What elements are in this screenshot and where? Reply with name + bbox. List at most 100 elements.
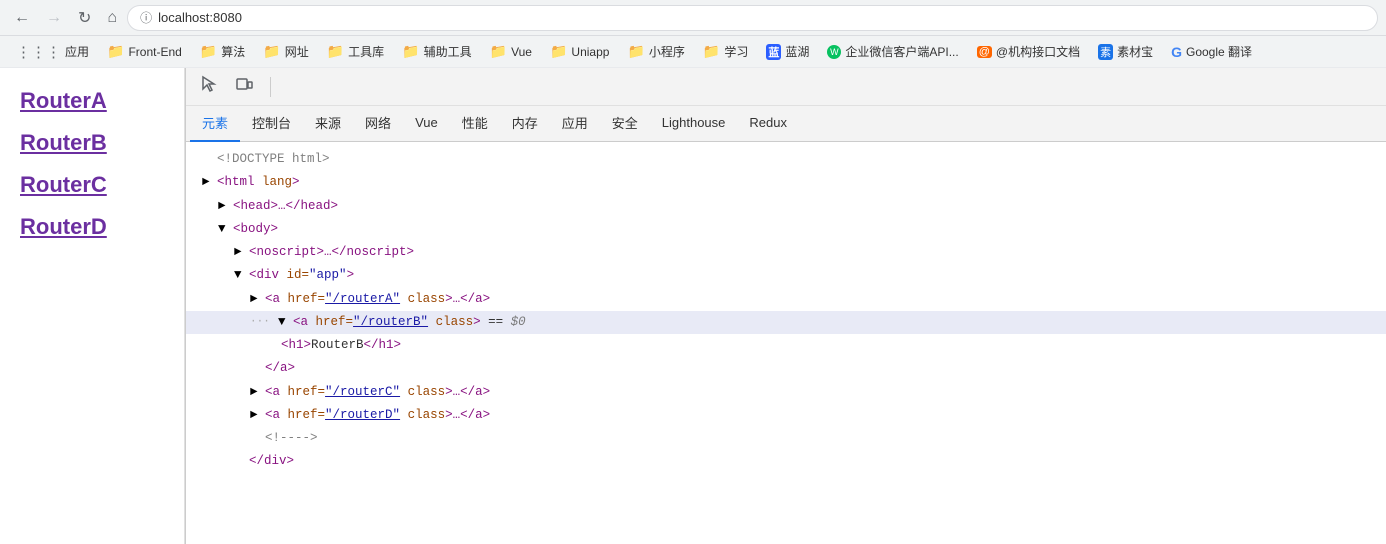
folder-icon: 📁 <box>402 43 419 60</box>
tree-div-app[interactable]: ▼ <div id="app"> <box>186 264 1386 287</box>
tree-head[interactable]: ► <head>…</head> <box>186 195 1386 218</box>
page-content: RouterA RouterB RouterC RouterD <box>0 68 185 544</box>
bookmark-wechat-label: 企业微信客户端API... <box>845 43 958 60</box>
tab-elements[interactable]: 元素 <box>190 105 240 142</box>
tab-performance[interactable]: 性能 <box>450 105 500 142</box>
jigou-icon: @ <box>977 46 992 58</box>
devtools-tabs: 元素 控制台 来源 网络 Vue 性能 内存 应用 安全 Lighthouse … <box>186 106 1386 142</box>
folder-icon: 📁 <box>703 43 720 60</box>
bookmark-learn[interactable]: 📁 学习 <box>695 40 756 63</box>
wechat-icon: W <box>827 45 841 59</box>
folder-icon: 📁 <box>263 43 280 60</box>
bookmark-vue-label: Vue <box>511 45 532 59</box>
router-b-link[interactable]: RouterB <box>20 130 164 156</box>
chevron-icon[interactable]: ▼ <box>278 312 293 333</box>
bookmark-miniapp-label: 小程序 <box>649 43 685 60</box>
main-area: RouterA RouterB RouterC RouterD <box>0 68 1386 544</box>
bookmark-uniapp[interactable]: 📁 Uniapp <box>542 40 617 63</box>
bookmark-sucai[interactable]: 素 素材宝 <box>1090 40 1161 63</box>
tree-doctype: <!DOCTYPE html> <box>186 148 1386 171</box>
google-translate-icon: G <box>1171 44 1182 60</box>
address-bar[interactable]: ⓘ localhost:8080 <box>127 5 1378 31</box>
bookmark-learn-label: 学习 <box>724 43 748 60</box>
bookmark-algo-label: 算法 <box>221 43 245 60</box>
tree-a-routerA[interactable]: ► <a href="/routerA" class>…</a> <box>186 288 1386 311</box>
chevron-icon[interactable]: ► <box>234 242 249 263</box>
folder-icon: 📁 <box>327 43 344 60</box>
bookmark-miniapp[interactable]: 📁 小程序 <box>619 40 692 63</box>
bookmark-apps-label: 应用 <box>65 43 89 60</box>
tab-vue[interactable]: Vue <box>403 107 450 140</box>
tab-console[interactable]: 控制台 <box>240 105 303 142</box>
bookmark-algo[interactable]: 📁 算法 <box>192 40 253 63</box>
bookmark-jigou-label: @机构接口文档 <box>996 43 1080 60</box>
html-tree: <!DOCTYPE html> ► <html lang> ► <head>…<… <box>186 142 1386 544</box>
tree-close-div: </div> <box>186 450 1386 473</box>
bookmark-lanhu-label: 蓝湖 <box>785 43 809 60</box>
bookmark-urls-label: 网址 <box>285 43 309 60</box>
router-a-link[interactable]: RouterA <box>20 88 164 114</box>
line-dots: ··· <box>250 313 278 332</box>
bookmark-frontend[interactable]: 📁 Front-End <box>99 40 190 63</box>
tab-sources[interactable]: 来源 <box>303 105 353 142</box>
bookmark-google-label: Google 翻译 <box>1186 43 1252 60</box>
chevron-icon[interactable]: ▼ <box>218 219 233 240</box>
bookmark-urls[interactable]: 📁 网址 <box>255 40 316 63</box>
tree-html[interactable]: ► <html lang> <box>186 171 1386 194</box>
bookmark-wechat-api[interactable]: W 企业微信客户端API... <box>819 40 966 63</box>
browser-window: ← → ↻ ⌂ ⓘ localhost:8080 ⋮⋮⋮ 应用 📁 Front-… <box>0 0 1386 544</box>
url-text: localhost:8080 <box>158 10 242 25</box>
home-button[interactable]: ⌂ <box>101 5 123 31</box>
back-button[interactable]: ← <box>8 5 36 31</box>
bookmarks-bar: ⋮⋮⋮ 应用 📁 Front-End 📁 算法 📁 网址 📁 工具库 📁 辅助工… <box>0 36 1386 68</box>
tree-a-routerC[interactable]: ► <a href="/routerC" class>…</a> <box>186 381 1386 404</box>
folder-icon: 📁 <box>107 43 124 60</box>
folder-icon: 📁 <box>490 43 507 60</box>
bookmark-frontend-label: Front-End <box>128 45 181 59</box>
bookmark-apps[interactable]: ⋮⋮⋮ 应用 <box>8 40 97 64</box>
bookmark-sucai-label: 素材宝 <box>1117 43 1153 60</box>
bookmark-assist-label: 辅助工具 <box>424 43 472 60</box>
lanhu-icon: 蓝 <box>766 44 781 60</box>
tab-memory[interactable]: 内存 <box>500 105 550 142</box>
inspect-element-button[interactable] <box>194 72 222 101</box>
tree-body[interactable]: ▼ <body> <box>186 218 1386 241</box>
devtools-panel: 元素 控制台 来源 网络 Vue 性能 内存 应用 安全 Lighthouse … <box>185 68 1386 544</box>
refresh-button[interactable]: ↻ <box>72 4 97 32</box>
chevron-icon[interactable]: ► <box>250 405 265 426</box>
tree-h1: <h1>RouterB</h1> <box>186 334 1386 357</box>
tab-lighthouse[interactable]: Lighthouse <box>650 107 738 140</box>
chevron-icon[interactable]: ► <box>202 172 217 193</box>
tree-close-a: </a> <box>186 357 1386 380</box>
tree-noscript[interactable]: ► <noscript>…</noscript> <box>186 241 1386 264</box>
tab-network[interactable]: 网络 <box>353 105 403 142</box>
bookmark-tools[interactable]: 📁 工具库 <box>319 40 392 63</box>
chevron-icon[interactable]: ▼ <box>234 265 249 286</box>
devtools-toolbar <box>186 68 1386 106</box>
folder-icon: 📁 <box>200 43 217 60</box>
tab-redux[interactable]: Redux <box>737 107 799 140</box>
nav-bar: ← → ↻ ⌂ ⓘ localhost:8080 <box>0 0 1386 36</box>
tree-a-routerB[interactable]: ··· ▼ <a href="/routerB" class> == $0 <box>186 311 1386 334</box>
bookmark-jigou[interactable]: @ @机构接口文档 <box>969 40 1088 63</box>
chevron-icon[interactable]: ► <box>218 196 233 217</box>
bookmark-vue[interactable]: 📁 Vue <box>482 40 540 63</box>
chevron-icon[interactable]: ► <box>250 289 265 310</box>
folder-icon: 📁 <box>627 43 644 60</box>
lock-icon: ⓘ <box>140 9 152 26</box>
bookmark-tools-label: 工具库 <box>348 43 384 60</box>
tree-a-routerD[interactable]: ► <a href="/routerD" class>…</a> <box>186 404 1386 427</box>
tab-security[interactable]: 安全 <box>600 105 650 142</box>
forward-button[interactable]: → <box>40 5 68 31</box>
bookmark-uniapp-label: Uniapp <box>571 45 609 59</box>
bookmark-assist[interactable]: 📁 辅助工具 <box>394 40 479 63</box>
bookmark-lanhhu[interactable]: 蓝 蓝湖 <box>758 40 817 63</box>
tab-application[interactable]: 应用 <box>550 105 600 142</box>
router-c-link[interactable]: RouterC <box>20 172 164 198</box>
chevron-icon[interactable]: ► <box>250 382 265 403</box>
tree-comment: <!----> <box>186 427 1386 450</box>
device-toolbar-button[interactable] <box>230 72 258 101</box>
router-d-link[interactable]: RouterD <box>20 214 164 240</box>
bookmark-google-translate[interactable]: G Google 翻译 <box>1163 40 1260 63</box>
sucai-icon: 素 <box>1098 44 1113 60</box>
